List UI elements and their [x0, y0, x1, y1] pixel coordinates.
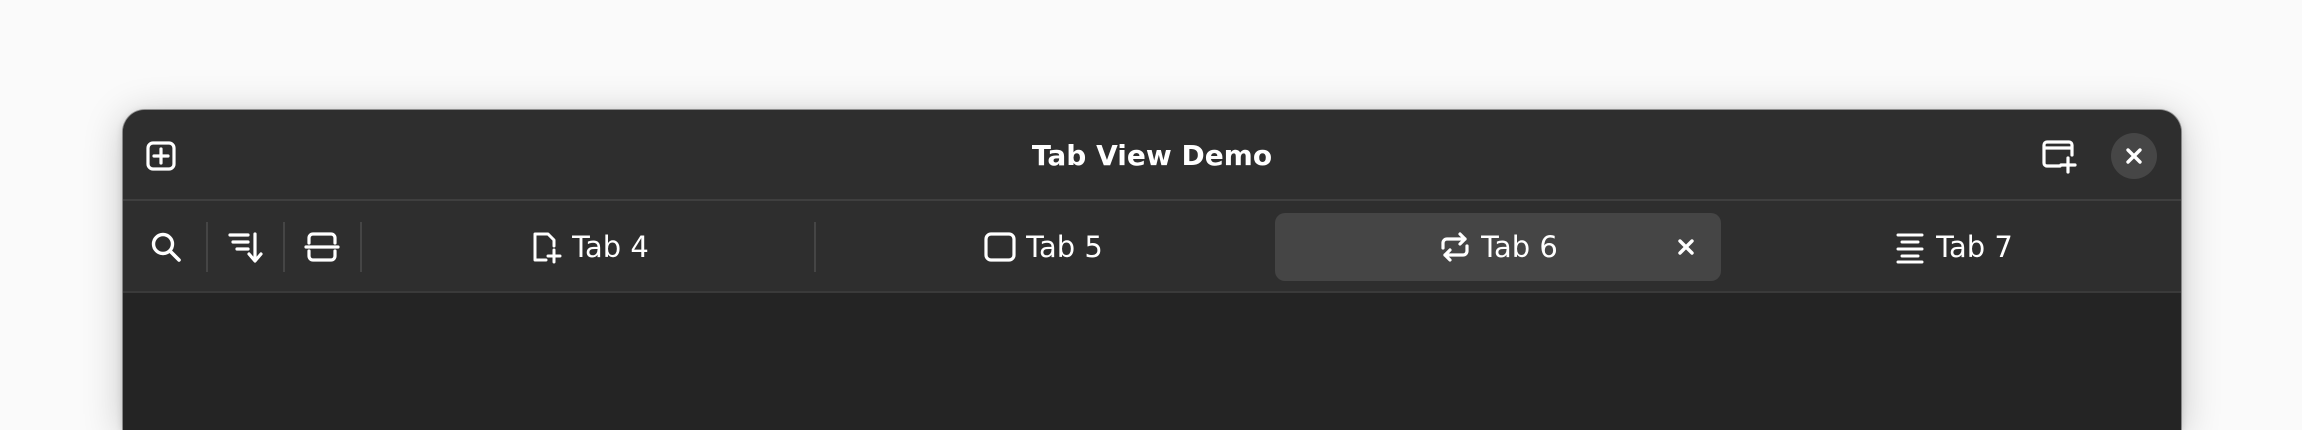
tab-5[interactable]: Tab 5 [817, 213, 1269, 281]
tab-label: Tab 7 [1936, 230, 2013, 264]
separator [283, 222, 285, 272]
tab-overview-icon [304, 232, 340, 262]
header-bar: Tab View Demo [123, 110, 2181, 201]
repeat-icon [1438, 230, 1472, 264]
tab-4[interactable]: Tab 4 [363, 213, 815, 281]
tab-label: Tab 4 [572, 230, 649, 264]
window-close-icon [2126, 148, 2142, 164]
search-button[interactable] [143, 224, 189, 270]
separator [206, 222, 208, 272]
sort-button[interactable] [222, 224, 268, 270]
tab-7[interactable]: Tab 7 [1727, 213, 2179, 281]
close-icon [1678, 239, 1694, 255]
window-close-button[interactable] [2111, 133, 2157, 179]
justify-text-icon [1893, 230, 1927, 264]
tab-close-button[interactable] [1669, 230, 1703, 264]
separator [814, 222, 816, 272]
tab-bar: Tab 4 Tab 5 Tab 6 Tab 7 [123, 201, 2181, 293]
sort-descending-icon [228, 232, 263, 263]
tab-label: Tab 6 [1481, 230, 1558, 264]
square-icon [983, 230, 1017, 264]
window-title: Tab View Demo [1031, 139, 1273, 172]
search-icon [151, 232, 181, 262]
new-window-button[interactable] [2037, 134, 2081, 178]
separator [360, 222, 362, 272]
window-new-icon [2042, 140, 2077, 174]
tab-overview-button[interactable] [299, 224, 345, 270]
app-window: Tab View Demo Tab 4 Tab 5 Tab 6 Tab 7 [123, 110, 2181, 430]
document-new-icon [529, 230, 563, 264]
tab-6[interactable]: Tab 6 [1275, 213, 1721, 281]
tab-content-area [123, 293, 2181, 430]
tab-label: Tab 5 [1026, 230, 1103, 264]
